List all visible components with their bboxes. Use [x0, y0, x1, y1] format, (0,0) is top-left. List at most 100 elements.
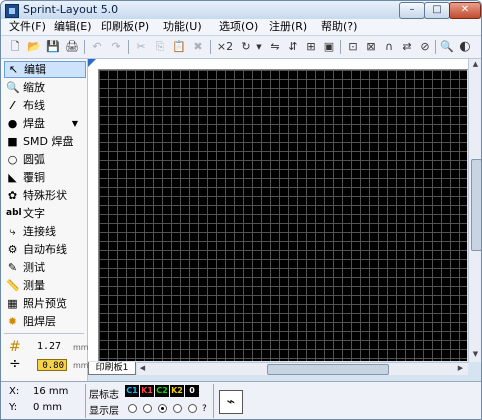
track-line-icon: ⁄	[11, 99, 14, 112]
save-icon[interactable]: 💾	[45, 39, 61, 55]
tool-measure[interactable]: 📏 测量	[4, 277, 84, 294]
tool-label: 文字	[23, 207, 45, 220]
vertical-scroll-thumb[interactable]	[471, 159, 481, 251]
ruler-left	[88, 69, 99, 361]
tool-label: 编辑	[24, 63, 46, 76]
main-toolbar: 🗋 📂 💾 🖨 ↶ ↷ ✂ ⎘ 📋 ✖ ×2 ↻ ▼ ⇋ ⇵ ⊞ ▣ ⊡ ⊠ ∩…	[1, 36, 481, 59]
mirror-vertical-icon[interactable]: ⇵	[285, 39, 301, 55]
grid-setting[interactable]: # 1.27 mm	[7, 339, 89, 355]
pad-icon: ●	[7, 117, 18, 130]
tool-label: 圆弧	[23, 153, 45, 166]
tool-label: SMD 焊盘	[23, 135, 74, 148]
cut-icon[interactable]: ✂	[133, 39, 149, 55]
minimize-button[interactable]: –	[399, 2, 425, 19]
connection-icon: ⤷	[9, 225, 16, 238]
track-width-setting[interactable]: ÷ 0.80 mm	[7, 356, 89, 373]
tool-panel: ↖ 编辑 🔍 缩放 ⁄ 布线 ● 焊盘 ▼ ■ SMD 焊盘 ○ 圆弧 ◣ 覆铜	[1, 59, 89, 381]
menu-register[interactable]: 注册(R)	[269, 20, 307, 34]
group-icon[interactable]: ▣	[321, 39, 337, 55]
layer-0-button[interactable]: 0	[185, 385, 199, 397]
scroll-down-icon[interactable]: ▼	[470, 349, 481, 360]
flip-icon[interactable]: ⇄	[399, 39, 415, 55]
mask-layer-icon[interactable]: ⊠	[363, 39, 379, 55]
toolbar-divider	[84, 40, 85, 54]
status-bar: X: 16 mm Y: 0 mm 层标志 显示层 C1 K1 C2 K2 0 ?…	[1, 381, 481, 419]
scroll-right-icon[interactable]: ▶	[455, 363, 466, 374]
pcb-canvas[interactable]	[99, 70, 467, 361]
tool-solder-mask[interactable]: ✹ 阻焊层	[4, 313, 84, 330]
tool-zone[interactable]: ◣ 覆铜	[4, 169, 84, 186]
redo-icon[interactable]: ↷	[108, 39, 124, 55]
dropdown-arrow-icon[interactable]: ▼	[72, 115, 78, 132]
tool-test[interactable]: ✎ 测试	[4, 259, 84, 276]
tool-label: 焊盘	[23, 117, 45, 130]
tool-autoroute[interactable]: ⚙ 自动布线	[4, 241, 84, 258]
new-file-icon[interactable]: 🗋	[7, 39, 23, 55]
horizontal-scroll-thumb[interactable]	[267, 364, 389, 375]
paste-icon[interactable]: 📋	[171, 39, 187, 55]
mirror-horizontal-icon[interactable]: ⇋	[267, 39, 283, 55]
zoom-icon[interactable]: 🔍	[439, 39, 455, 55]
prohibit-icon[interactable]: ⊘	[417, 39, 433, 55]
print-icon[interactable]: 🖨	[64, 39, 80, 55]
tool-track[interactable]: ⁄ 布线	[4, 97, 84, 114]
maximize-button[interactable]: □	[424, 2, 450, 19]
menu-help[interactable]: 帮助(?)	[321, 20, 357, 34]
help-icon[interactable]: ?	[202, 404, 207, 414]
horizontal-scrollbar[interactable]: ◀ ▶	[137, 362, 468, 375]
layer-0-radio[interactable]	[188, 404, 197, 413]
tool-text[interactable]: abl 文字	[4, 205, 84, 222]
tool-photo-view[interactable]: ▦ 照片预览	[4, 295, 84, 312]
ruler-top	[88, 59, 468, 70]
tool-label: 缩放	[23, 81, 45, 94]
test-probe-icon: ✎	[7, 261, 18, 274]
grid-unit: mm	[73, 343, 89, 352]
menu-functions[interactable]: 功能(U)	[163, 20, 202, 34]
align-icon[interactable]: ⊞	[303, 39, 319, 55]
layer-c1-radio[interactable]	[128, 404, 137, 413]
layer-c2-button[interactable]: C2	[155, 385, 169, 397]
tool-zoom[interactable]: 🔍 缩放	[4, 79, 84, 96]
contrast-icon[interactable]: ◐	[457, 39, 473, 55]
scroll-left-icon[interactable]: ◀	[137, 363, 148, 374]
undo-icon[interactable]: ↶	[89, 39, 105, 55]
track-width-value[interactable]: 0.80	[37, 359, 67, 371]
rotate-icon[interactable]: ↻	[238, 39, 254, 55]
layer-c1-button[interactable]: C1	[125, 385, 139, 397]
layer-c2-radio[interactable]	[158, 404, 167, 413]
menu-file[interactable]: 文件(F)	[9, 20, 46, 34]
layer-k1-button[interactable]: K1	[140, 385, 154, 397]
tab-board-1[interactable]: 印刷板1	[88, 362, 136, 375]
toolbar-divider	[128, 40, 129, 54]
vertical-scrollbar[interactable]: ▲ ▼	[468, 59, 481, 362]
scroll-up-icon[interactable]: ▲	[470, 59, 481, 70]
tool-smd-pad[interactable]: ■ SMD 焊盘	[4, 133, 84, 150]
rotate-dropdown-icon[interactable]: ▼	[255, 39, 263, 55]
tool-label: 自动布线	[23, 243, 67, 256]
layer-k2-radio[interactable]	[173, 404, 182, 413]
special-form-icon: ✿	[7, 189, 18, 202]
app-window: Sprint-Layout 5.0 – □ ✕ 文件(F) 编辑(E) 印刷板(…	[0, 0, 482, 420]
text-icon: abl	[6, 208, 22, 218]
layer-k1-radio[interactable]	[143, 404, 152, 413]
component-icon[interactable]: ⌁	[219, 390, 243, 414]
magnet-icon[interactable]: ∩	[381, 39, 397, 55]
tool-pad[interactable]: ● 焊盘 ▼	[4, 115, 84, 132]
tool-connection[interactable]: ⤷ 连接线	[4, 223, 84, 240]
duplicate-icon[interactable]: ×2	[215, 39, 235, 55]
tool-circle[interactable]: ○ 圆弧	[4, 151, 84, 168]
mask-icon[interactable]: ⊡	[345, 39, 361, 55]
copy-icon[interactable]: ⎘	[152, 39, 168, 55]
layer-k2-button[interactable]: K2	[170, 385, 184, 397]
open-file-icon[interactable]: 📂	[26, 39, 42, 55]
origin-marker-icon[interactable]	[88, 59, 96, 67]
delete-icon[interactable]: ✖	[190, 39, 206, 55]
tool-special-form[interactable]: ✿ 特殊形状	[4, 187, 84, 204]
tool-label: 测量	[23, 279, 45, 292]
menu-options[interactable]: 选项(O)	[219, 20, 258, 34]
close-button[interactable]: ✕	[449, 2, 481, 19]
tool-edit[interactable]: ↖ 编辑	[4, 61, 86, 78]
menu-board[interactable]: 印刷板(P)	[101, 20, 149, 34]
magnifier-icon: 🔍	[6, 81, 20, 94]
menu-edit[interactable]: 编辑(E)	[54, 20, 92, 34]
